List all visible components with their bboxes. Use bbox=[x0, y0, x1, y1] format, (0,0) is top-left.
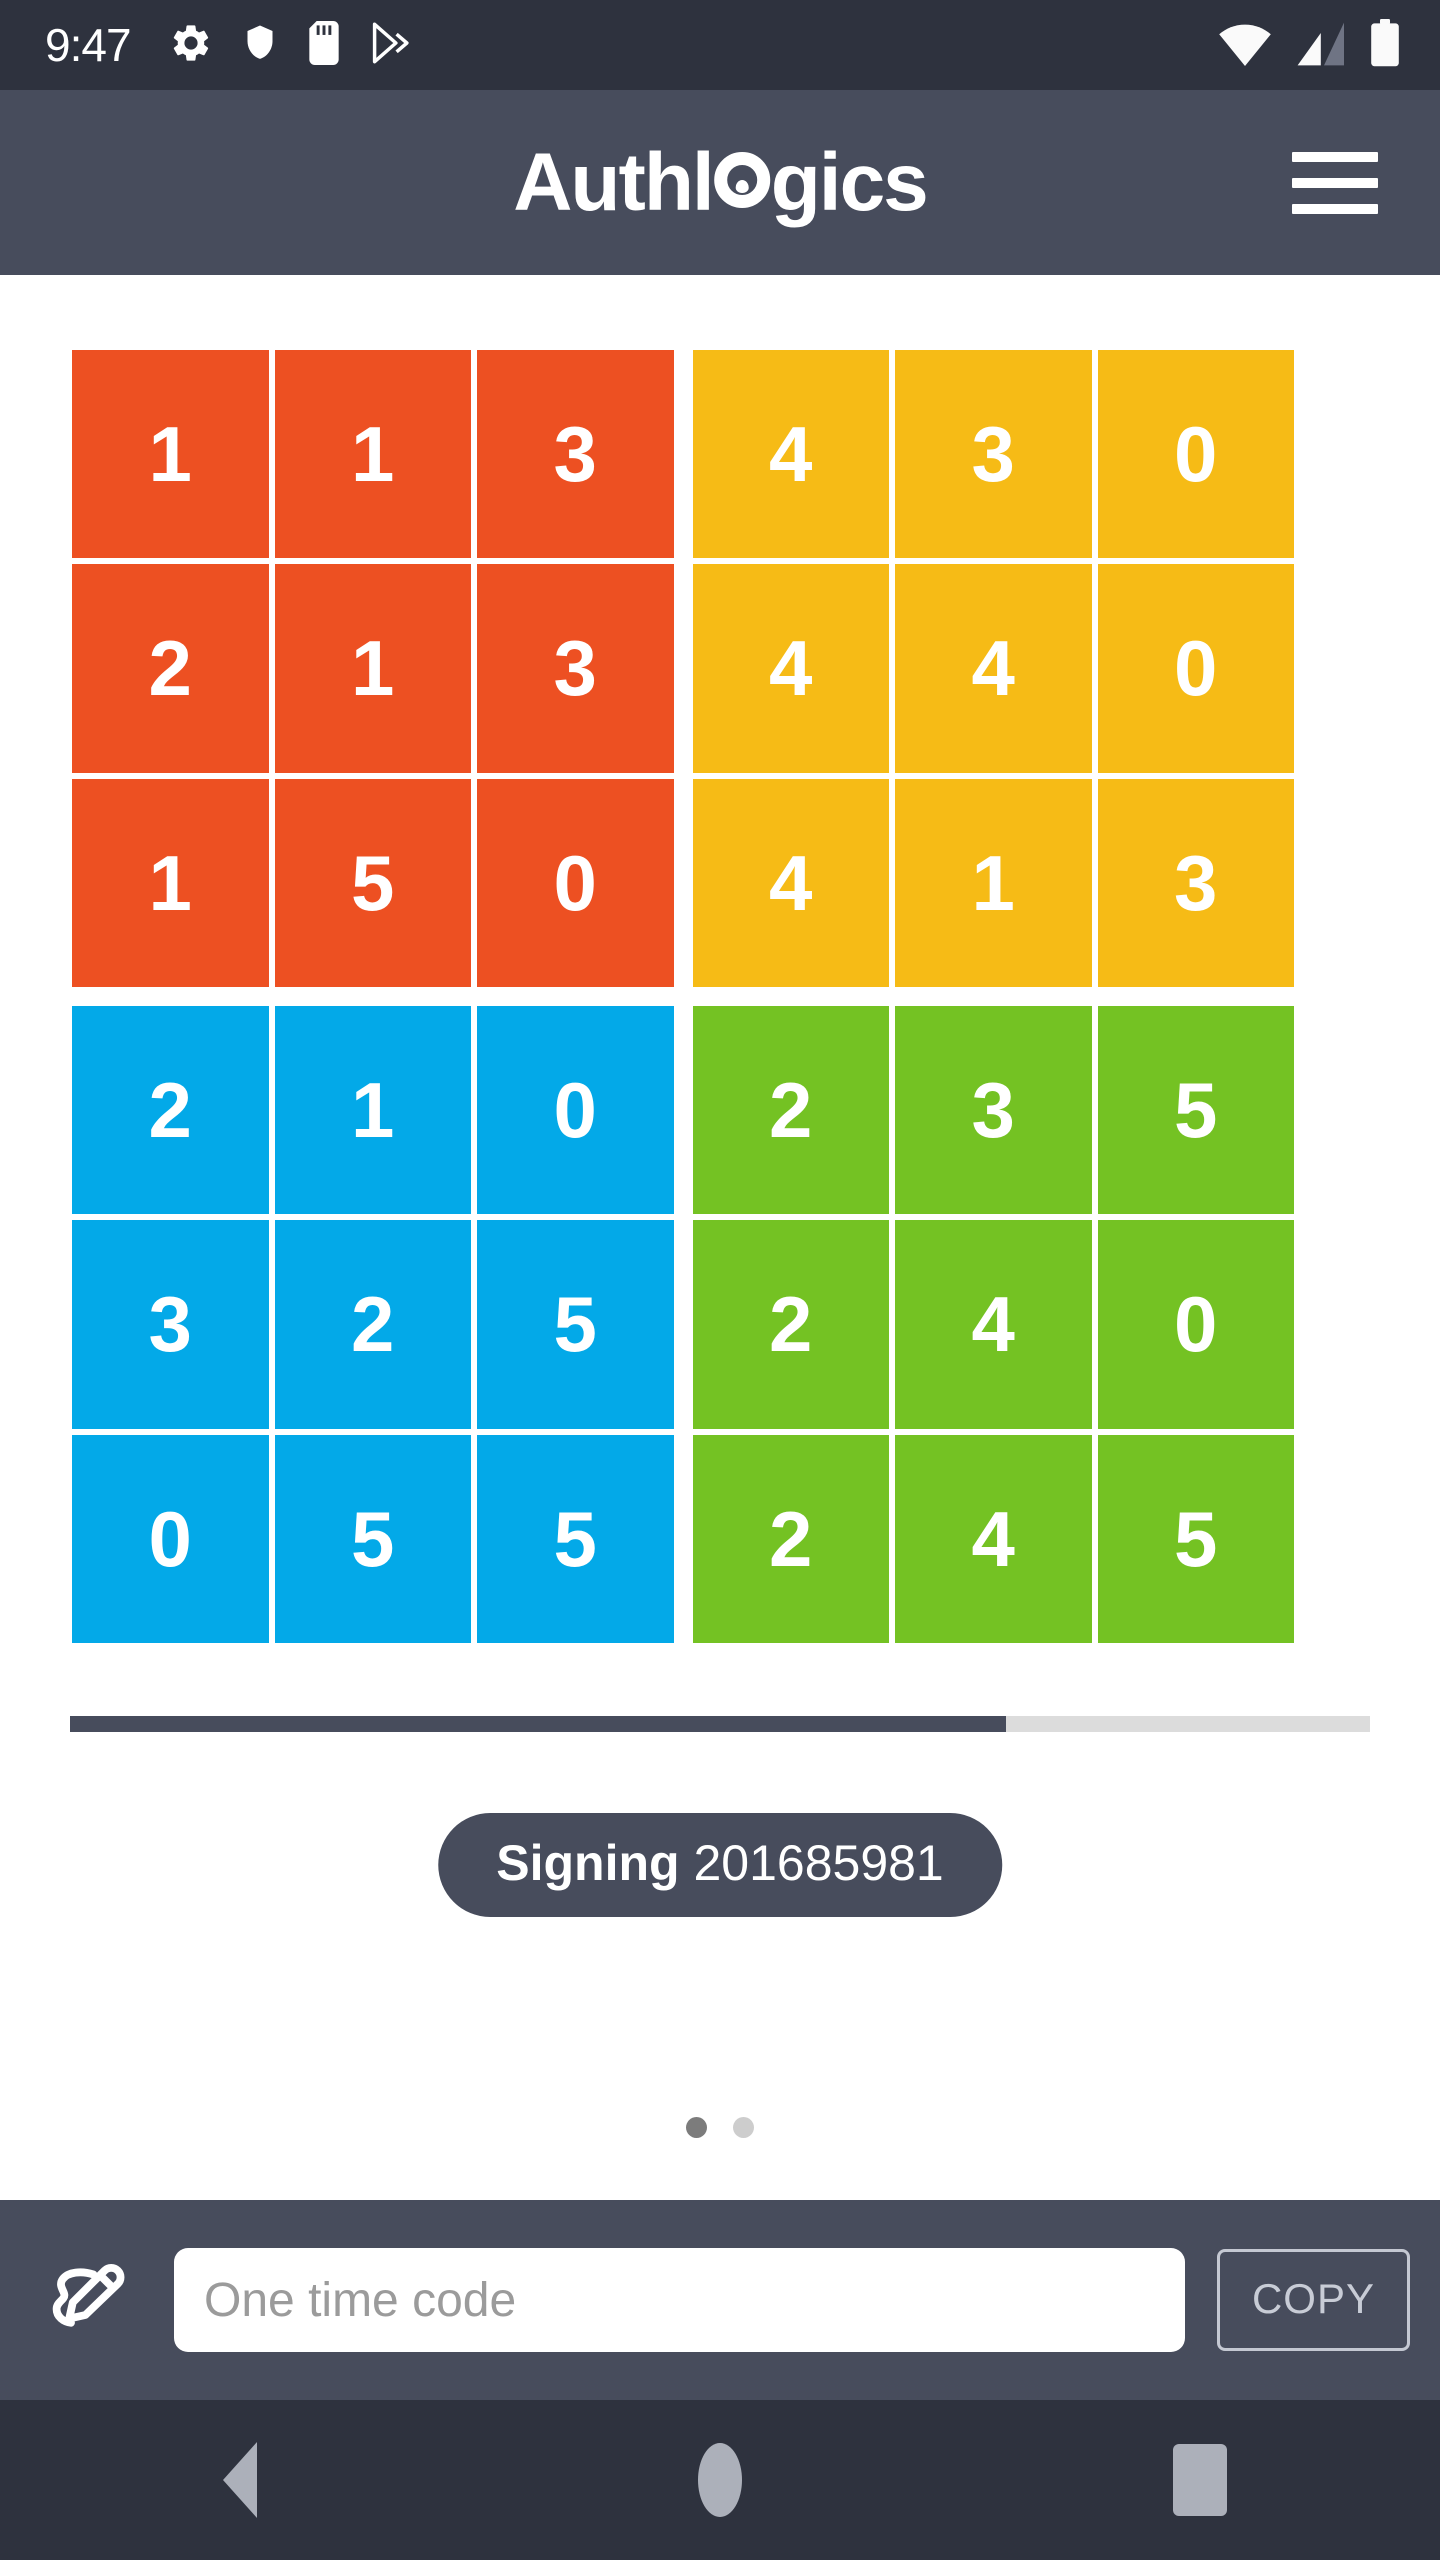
hamburger-bar-1 bbox=[1292, 151, 1378, 162]
grid-cell: 0 bbox=[1097, 350, 1294, 559]
logo-text-part2: l bbox=[691, 136, 715, 228]
grid-cell: 5 bbox=[1097, 1434, 1294, 1643]
app-header-bar: Auth l gics bbox=[0, 90, 1440, 275]
wifi-icon bbox=[1218, 21, 1272, 72]
logo-fingerprint-o-icon bbox=[713, 151, 770, 208]
grid-cell: 4 bbox=[895, 1434, 1092, 1643]
nav-home-button[interactable] bbox=[630, 2400, 810, 2560]
grid-cell: 1 bbox=[274, 564, 471, 773]
grid-cell: 1 bbox=[72, 778, 269, 987]
signing-badge: Signing 201685981 bbox=[438, 1813, 1002, 1917]
page-dot-1[interactable] bbox=[686, 2117, 707, 2138]
grid-cell: 2 bbox=[274, 1220, 471, 1429]
home-circle-icon bbox=[698, 2443, 742, 2517]
progress-track bbox=[70, 1716, 1370, 1732]
android-nav-bar bbox=[0, 2400, 1440, 2560]
grid-cell: 4 bbox=[895, 564, 1092, 773]
grid-cell: 0 bbox=[1097, 1220, 1294, 1429]
grid-cell: 3 bbox=[477, 350, 674, 559]
grid-cell: 4 bbox=[692, 778, 889, 987]
grid-cell: 5 bbox=[274, 1434, 471, 1643]
grid-cell: 2 bbox=[692, 1006, 889, 1215]
play-store-icon bbox=[368, 21, 412, 70]
pattern-grid: 113213150430440413210325055235240245 bbox=[72, 350, 1294, 1643]
signing-label: Signing bbox=[496, 1835, 680, 1891]
copy-button[interactable]: COPY bbox=[1216, 2249, 1410, 2351]
grid-cell: 1 bbox=[274, 350, 471, 559]
phone-screen: 9:47 Auth l gics 1 1 3 2 1 3 1 5 0 4 3 0… bbox=[0, 0, 1440, 2560]
authlogics-logo: Auth l gics bbox=[513, 136, 929, 228]
logo-text-part1: Auth bbox=[513, 136, 694, 228]
grid-cell: 0 bbox=[1097, 564, 1294, 773]
sd-card-icon bbox=[307, 20, 341, 70]
grid-cell: 5 bbox=[1097, 1006, 1294, 1215]
shield-icon bbox=[240, 21, 280, 70]
grid-quadrant-yellow: 430440413 bbox=[692, 350, 1294, 987]
grid-cell: 2 bbox=[692, 1220, 889, 1429]
recents-square-icon bbox=[1173, 2444, 1227, 2516]
grid-cell: 3 bbox=[895, 1006, 1092, 1215]
grid-cell: 4 bbox=[692, 350, 889, 559]
grid-quadrant-blue: 210325055 bbox=[72, 1006, 674, 1643]
one-time-code-input[interactable] bbox=[174, 2248, 1185, 2352]
grid-cell: 5 bbox=[477, 1434, 674, 1643]
grid-cell: 1 bbox=[895, 778, 1092, 987]
grid-quadrant-green: 235240245 bbox=[692, 1006, 1294, 1643]
signing-code: 201685981 bbox=[693, 1835, 944, 1891]
grid-cell: 4 bbox=[895, 1220, 1092, 1429]
grid-cell: 0 bbox=[477, 1006, 674, 1215]
grid-cell: 3 bbox=[1097, 778, 1294, 987]
grid-cell: 2 bbox=[692, 1434, 889, 1643]
nav-recents-button[interactable] bbox=[1110, 2400, 1290, 2560]
grid-cell: 2 bbox=[72, 1006, 269, 1215]
page-indicator-dots[interactable] bbox=[686, 2117, 754, 2138]
cellular-signal-icon bbox=[1296, 21, 1346, 72]
grid-cell: 0 bbox=[477, 778, 674, 987]
status-notification-icons bbox=[169, 20, 412, 70]
grid-cell: 1 bbox=[274, 1006, 471, 1215]
nav-back-button[interactable] bbox=[150, 2400, 330, 2560]
hamburger-menu-icon[interactable] bbox=[1292, 151, 1378, 214]
logo-text-part3: gics bbox=[770, 136, 929, 228]
grid-cell: 3 bbox=[477, 564, 674, 773]
hamburger-bar-3 bbox=[1292, 203, 1378, 214]
grid-cell: 1 bbox=[72, 350, 269, 559]
grid-cell: 3 bbox=[895, 350, 1092, 559]
hamburger-bar-2 bbox=[1292, 177, 1378, 188]
grid-cell: 5 bbox=[477, 1220, 674, 1429]
grid-cell: 5 bbox=[274, 778, 471, 987]
status-system-icons bbox=[1218, 18, 1400, 72]
progress-fill bbox=[70, 1716, 1006, 1732]
grid-quadrant-orange: 113213150 bbox=[72, 350, 674, 987]
grid-cell: 3 bbox=[72, 1220, 269, 1429]
status-clock: 9:47 bbox=[45, 19, 132, 71]
grid-cell: 2 bbox=[72, 564, 269, 773]
status-bar: 9:47 bbox=[0, 0, 1440, 90]
gear-icon bbox=[169, 21, 213, 70]
back-triangle-icon bbox=[223, 2442, 257, 2518]
otp-bottom-bar: COPY bbox=[0, 2200, 1440, 2400]
grid-cell: 4 bbox=[692, 564, 889, 773]
grid-cell: 0 bbox=[72, 1434, 269, 1643]
signature-pen-icon[interactable] bbox=[38, 2252, 134, 2348]
battery-icon bbox=[1370, 18, 1400, 72]
page-dot-2[interactable] bbox=[733, 2117, 754, 2138]
